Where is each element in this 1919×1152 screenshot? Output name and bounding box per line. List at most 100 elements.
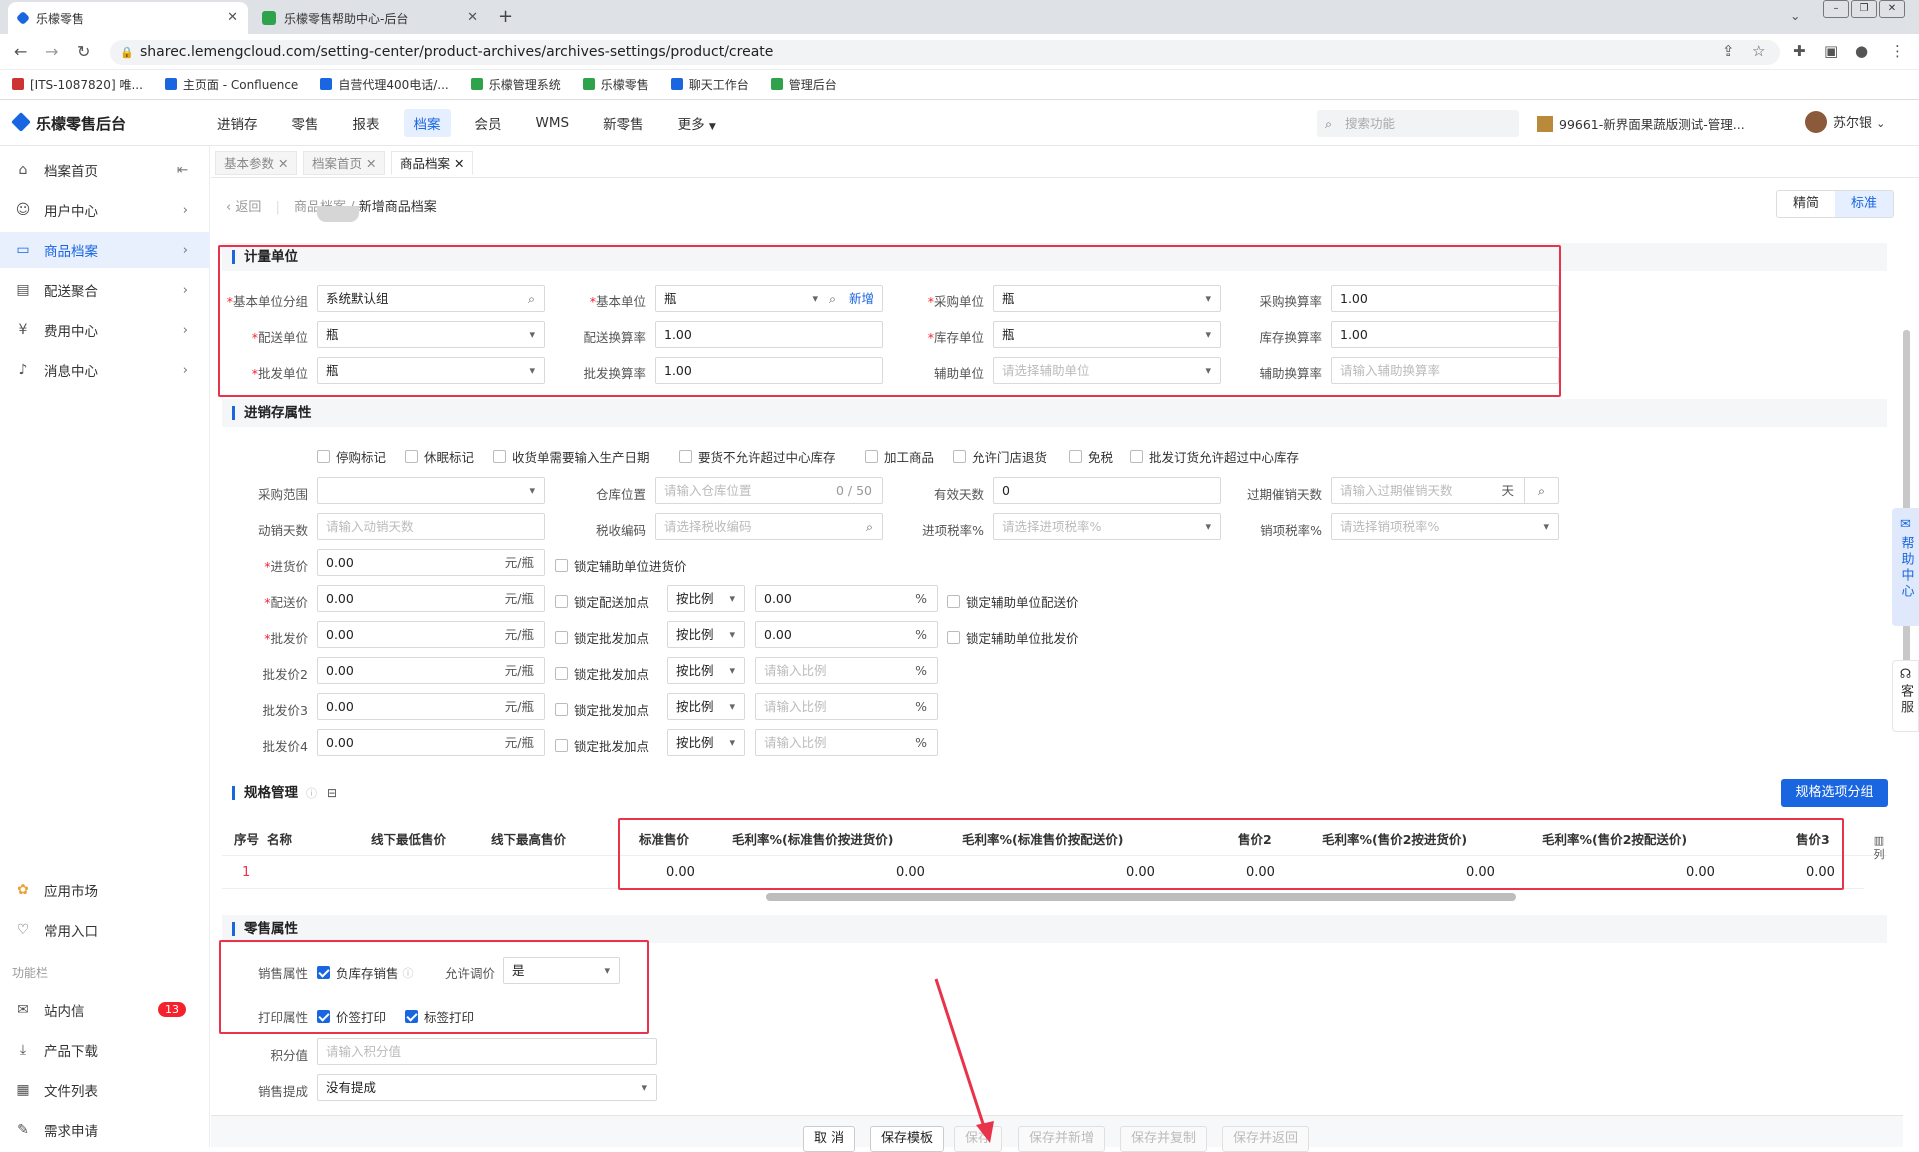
- close-tab-icon[interactable]: ✕: [227, 10, 238, 25]
- save-and-new-button[interactable]: 保存并新增: [1018, 1126, 1106, 1152]
- lock-delivery-markup[interactable]: 锁定配送加点: [555, 592, 649, 611]
- bookmark-item[interactable]: 聊天工作台: [670, 76, 749, 93]
- wholesale-markup-mode-select[interactable]: 按比例 ▾: [667, 621, 745, 648]
- sidebar-item-product-archive[interactable]: ▭ 商品档案 ›: [0, 232, 210, 268]
- collapse-icon[interactable]: ⇤: [177, 162, 188, 178]
- wholesale-3-mode-select[interactable]: 按比例 ▾: [667, 693, 745, 720]
- bookmark-item[interactable]: 自营代理400电话/...: [320, 76, 449, 93]
- warehouse-input[interactable]: 请输入仓库位置 0 / 50: [655, 477, 883, 504]
- reload-icon[interactable]: ↻: [77, 42, 90, 61]
- cancel-button[interactable]: 取 消: [803, 1126, 856, 1152]
- store-selector[interactable]: 99661-新界面果蔬版测试-管理...: [1537, 114, 1745, 133]
- nav-item[interactable]: 零售: [275, 113, 336, 133]
- wholesale-4-pct-input[interactable]: 请输入比例%: [755, 729, 938, 756]
- sidebar-item-delivery[interactable]: ▤ 配送聚合 ›: [0, 272, 210, 308]
- minimize-icon[interactable]: –: [1823, 0, 1849, 18]
- purchase-range-select[interactable]: ▾: [317, 477, 545, 504]
- tab-list-icon[interactable]: ⌄: [1790, 8, 1800, 23]
- nav-item[interactable]: WMS: [519, 115, 587, 131]
- mode-simple-button[interactable]: 精简: [1777, 191, 1835, 217]
- lock-wholesale-markup-2[interactable]: 锁定批发加点: [555, 664, 649, 683]
- back-icon[interactable]: ←: [14, 42, 27, 61]
- sidebar-item-files[interactable]: ▦ 文件列表: [0, 1072, 210, 1108]
- wholesale-2-mode-select[interactable]: 按比例 ▾: [667, 657, 745, 684]
- feature-search-input[interactable]: ⌕ 搜索功能: [1317, 110, 1519, 137]
- back-link[interactable]: ‹ 返回: [226, 200, 261, 215]
- flag-no-exceed-center-stock[interactable]: 要货不允许超过中心库存: [679, 447, 836, 466]
- flag-wholesale-exceed[interactable]: 批发订货允许超过中心库存: [1130, 447, 1299, 466]
- mode-standard-button[interactable]: 标准: [1835, 191, 1893, 217]
- new-tab-icon[interactable]: +: [498, 6, 513, 27]
- purchase-price-input[interactable]: 0.00 元/瓶: [317, 549, 545, 576]
- nav-item[interactable]: 报表: [336, 113, 397, 133]
- wholesale-price-input[interactable]: 0.00 元/瓶: [317, 621, 545, 648]
- sidebar-item-fee[interactable]: ¥ 费用中心 ›: [0, 312, 210, 348]
- flag-stop-purchase[interactable]: 停购标记: [317, 447, 386, 466]
- commission-select[interactable]: 没有提成 ▾: [317, 1074, 657, 1101]
- out-tax-select[interactable]: 请选择销项税率% ▾: [1331, 513, 1559, 540]
- browser-tab-lemeng[interactable]: 乐檬零售 ✕: [8, 2, 248, 34]
- in-tax-select[interactable]: 请选择进项税率% ▾: [993, 513, 1221, 540]
- lock-wholesale-markup-3[interactable]: 锁定批发加点: [555, 700, 649, 719]
- content-tab-basic-params[interactable]: 基本参数 ✕: [215, 151, 298, 175]
- flag-require-prod-date[interactable]: 收货单需要输入生产日期: [493, 447, 650, 466]
- bookmark-item[interactable]: 主页面 - Confluence: [164, 76, 298, 93]
- profile-icon[interactable]: ●: [1855, 42, 1868, 60]
- extensions-icon[interactable]: ✚: [1793, 42, 1806, 60]
- sidebar-item-request[interactable]: ✎ 需求申请: [0, 1112, 210, 1148]
- app-logo[interactable]: 乐檬零售后台: [11, 112, 126, 134]
- lock-aux-wholesale-price[interactable]: 锁定辅助单位批发价: [947, 628, 1079, 647]
- flag-processed[interactable]: 加工商品: [865, 447, 934, 466]
- nav-item-active[interactable]: 档案: [403, 109, 451, 137]
- content-tab-archive-home[interactable]: 档案首页 ✕: [303, 151, 386, 175]
- table-hscrollbar[interactable]: [766, 893, 1516, 901]
- slow-days-input[interactable]: 请输入动销天数: [317, 513, 545, 540]
- toggle-switch-partial[interactable]: [317, 206, 359, 222]
- sidebar-item-app-market[interactable]: ✿ 应用市场: [0, 872, 210, 908]
- flag-tax-free[interactable]: 免税: [1069, 447, 1113, 466]
- nav-item[interactable]: 进销存: [200, 113, 275, 133]
- sidepanel-icon[interactable]: ▣: [1824, 42, 1838, 60]
- menu-icon[interactable]: ⋮: [1890, 42, 1905, 60]
- flag-allow-return[interactable]: 允许门店退货: [953, 447, 1047, 466]
- wholesale-2-pct-input[interactable]: 请输入比例%: [755, 657, 938, 684]
- close-window-icon[interactable]: ✕: [1879, 0, 1905, 18]
- bookmark-item[interactable]: 乐檬零售: [582, 76, 649, 93]
- share-icon[interactable]: ⇪: [1722, 42, 1735, 60]
- lock-wholesale-markup[interactable]: 锁定批发加点: [555, 628, 649, 647]
- wholesale-price-3-input[interactable]: 0.00 元/瓶: [317, 693, 545, 720]
- wholesale-3-pct-input[interactable]: 请输入比例%: [755, 693, 938, 720]
- content-tab-product-archive[interactable]: 商品档案 ✕: [391, 151, 474, 175]
- sidebar-item-archive-home[interactable]: ⌂ 档案首页 ⇤: [0, 152, 210, 188]
- delivery-price-input[interactable]: 0.00 元/瓶: [317, 585, 545, 612]
- wholesale-markup-pct-input[interactable]: 0.00%: [755, 621, 938, 648]
- wholesale-price-2-input[interactable]: 0.00 元/瓶: [317, 657, 545, 684]
- sidebar-item-common-entry[interactable]: ♡ 常用入口: [0, 912, 210, 948]
- sidebar-item-user-center[interactable]: ☺ 用户中心 ›: [0, 192, 210, 228]
- nav-item[interactable]: 会员: [458, 113, 519, 133]
- points-input[interactable]: 请输入积分值: [317, 1038, 657, 1065]
- lock-wholesale-markup-4[interactable]: 锁定批发加点: [555, 736, 649, 755]
- bookmark-star-icon[interactable]: ☆: [1752, 42, 1765, 60]
- user-menu[interactable]: 苏尔银 ⌄: [1805, 111, 1885, 133]
- help-center-float[interactable]: ✉ 帮助中心: [1892, 508, 1919, 626]
- nav-item-more[interactable]: 更多 ▼: [661, 113, 733, 133]
- delivery-markup-mode-select[interactable]: 按比例 ▾: [667, 585, 745, 612]
- bookmark-item[interactable]: 管理后台: [770, 76, 837, 93]
- save-and-copy-button[interactable]: 保存并复制: [1120, 1126, 1208, 1152]
- spec-group-button[interactable]: 规格选项分组: [1781, 779, 1888, 807]
- url-field[interactable]: 🔒 sharec.lemengcloud.com/setting-center/…: [110, 40, 1780, 65]
- lock-aux-purchase-price[interactable]: 锁定辅助单位进货价: [555, 556, 687, 575]
- column-settings[interactable]: ▥ 列: [1872, 834, 1886, 862]
- close-tab-icon[interactable]: ✕: [467, 10, 478, 25]
- expire-days-input[interactable]: 请输入过期催销天数天 ⌕: [1331, 477, 1559, 504]
- bookmark-item[interactable]: 乐檬管理系统: [470, 76, 561, 93]
- delivery-markup-pct-input[interactable]: 0.00%: [755, 585, 938, 612]
- collapse-table-icon[interactable]: ⊟: [327, 786, 337, 800]
- forward-icon[interactable]: →: [45, 42, 58, 61]
- restore-icon[interactable]: ❐: [1851, 0, 1877, 18]
- customer-service-float[interactable]: ☊ 客服: [1892, 660, 1919, 732]
- sidebar-item-inbox[interactable]: ✉ 站内信 13: [0, 992, 210, 1028]
- bookmark-item[interactable]: [ITS-1087820] 唯...: [12, 76, 143, 93]
- save-and-return-button[interactable]: 保存并返回: [1222, 1126, 1310, 1152]
